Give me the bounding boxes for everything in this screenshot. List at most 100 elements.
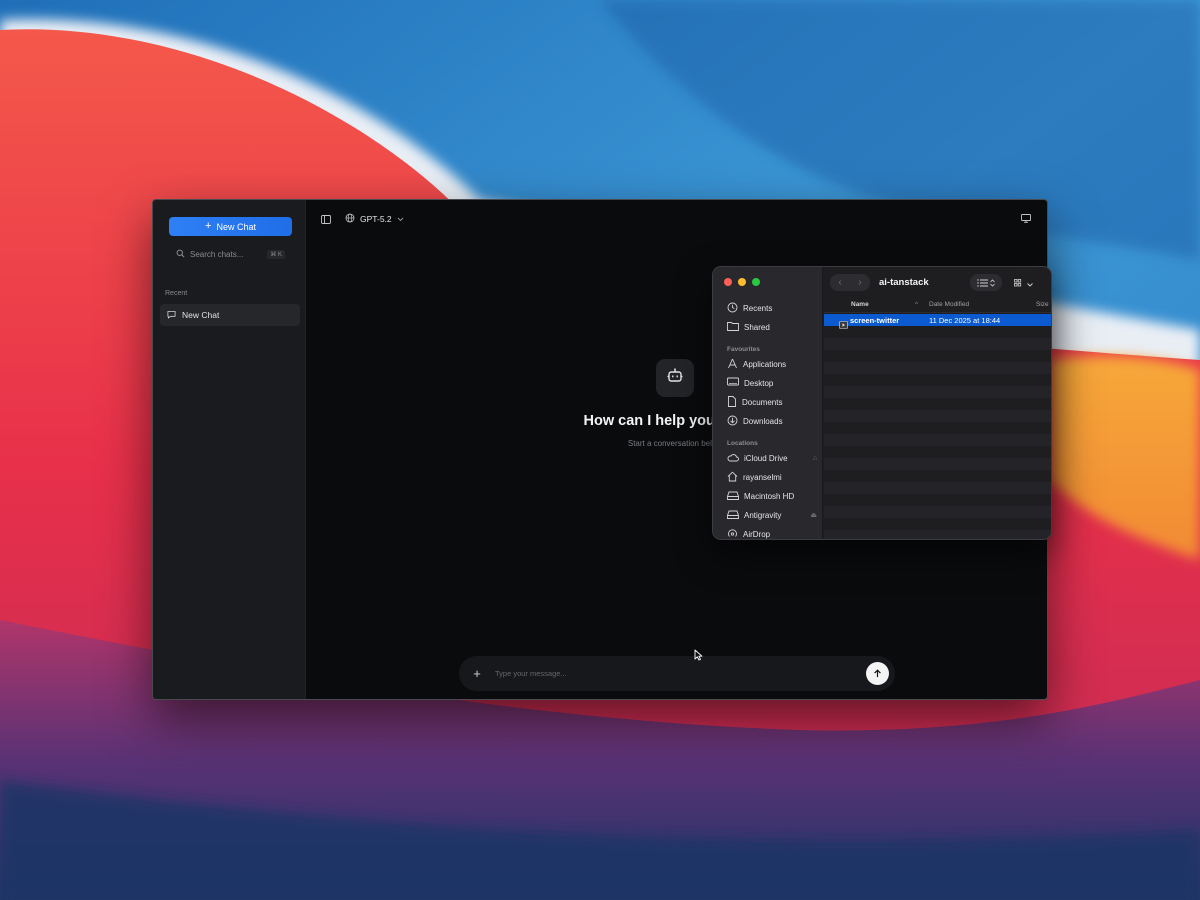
finder-sidebar: Recents Shared Favourites Applications D… — [713, 267, 823, 539]
bot-badge — [656, 359, 694, 397]
applications-icon — [727, 358, 738, 371]
navigation-buttons: ‹ › — [830, 274, 870, 291]
bot-icon — [667, 368, 683, 388]
sort-ascending-icon: ^ — [915, 301, 919, 308]
finder-sidebar-macintosh-hd[interactable]: Macintosh HD — [727, 489, 817, 503]
icloud-status-icon: ⌂ — [812, 454, 817, 462]
list-view-button[interactable] — [970, 274, 1002, 291]
finder-sidebar-home[interactable]: rayanselmi — [727, 470, 817, 484]
zoom-window-button[interactable] — [752, 278, 760, 286]
chevron-down-icon — [397, 214, 404, 224]
document-icon — [727, 395, 737, 409]
finder-sidebar-label: Antigravity — [744, 510, 782, 520]
history-item-new-chat[interactable]: New Chat — [160, 304, 300, 326]
cloud-icon — [727, 453, 739, 464]
finder-sidebar-label: Macintosh HD — [744, 491, 795, 501]
eject-icon[interactable]: ⏏ — [810, 511, 817, 519]
shared-folder-icon — [727, 321, 739, 333]
plus-icon: + — [205, 219, 212, 232]
finder-sidebar-label: Applications — [743, 359, 787, 369]
finder-sidebar-desktop[interactable]: Desktop — [727, 376, 817, 390]
finder-sidebar-label: Recents — [743, 303, 773, 313]
new-chat-label: New Chat — [216, 221, 256, 232]
finder-sidebar-applications[interactable]: Applications — [727, 357, 817, 371]
finder-sidebar-documents[interactable]: Documents — [727, 395, 817, 409]
finder-sidebar-label: Downloads — [743, 416, 783, 426]
finder-sidebar-label: AirDrop — [743, 529, 771, 539]
sidebar-toggle-button[interactable] — [319, 213, 333, 227]
empty-row — [824, 482, 1051, 494]
finder-sidebar-label: iCloud Drive — [744, 453, 788, 463]
clock-icon — [727, 302, 738, 315]
message-composer: + — [459, 656, 895, 691]
finder-sidebar-label: Desktop — [744, 378, 774, 388]
finder-sidebar-downloads[interactable]: Downloads — [727, 414, 817, 428]
drive-icon — [727, 491, 739, 502]
search-shortcut: ⌘ K — [267, 249, 285, 259]
empty-row — [824, 398, 1051, 410]
chevron-down-icon — [1026, 274, 1033, 292]
empty-row — [824, 518, 1051, 530]
column-date-modified[interactable]: Date Modified — [929, 301, 969, 308]
empty-row — [824, 446, 1051, 458]
list-icon — [977, 274, 988, 292]
forward-button[interactable]: › — [853, 277, 867, 288]
display-settings-button[interactable] — [1019, 212, 1033, 226]
search-chats-input[interactable]: Search chats... ⌘ K — [169, 245, 292, 263]
finder-sidebar-shared[interactable]: Shared — [727, 320, 817, 334]
message-input[interactable] — [495, 669, 866, 678]
empty-row — [824, 326, 1051, 338]
column-name[interactable]: Name — [851, 301, 869, 308]
new-chat-button[interactable]: + New Chat — [169, 217, 292, 236]
sidebar-toggle-icon — [321, 211, 331, 229]
home-icon — [727, 471, 738, 484]
finder-sidebar-icloud-drive[interactable]: iCloud Drive ⌂ — [727, 451, 817, 465]
empty-row — [824, 530, 1051, 539]
column-header: Name ^ Date Modified Size — [824, 298, 1051, 313]
minimize-window-button[interactable] — [738, 278, 746, 286]
grid-view-button[interactable] — [1008, 274, 1038, 291]
empty-row — [824, 410, 1051, 422]
grid-icon — [1013, 274, 1025, 292]
folder-title: ai-tanstack — [879, 277, 929, 288]
sort-arrows-icon — [990, 274, 995, 292]
empty-row — [824, 386, 1051, 398]
empty-row — [824, 506, 1051, 518]
file-name: screen-twitter — [850, 316, 900, 325]
search-placeholder: Search chats... — [190, 249, 244, 259]
empty-row — [824, 362, 1051, 374]
model-selector[interactable]: GPT-5.2 — [345, 211, 404, 227]
finder-sidebar-label: Shared — [744, 322, 770, 332]
finder-sidebar-airdrop[interactable]: AirDrop — [727, 527, 817, 540]
finder-sidebar-label: Documents — [742, 397, 783, 407]
search-icon — [176, 249, 185, 260]
desktop-icon — [727, 377, 739, 389]
chat-bubble-icon — [167, 310, 176, 321]
finder-sidebar-antigravity[interactable]: Antigravity ⏏ — [727, 508, 817, 522]
finder-toolbar: ‹ › ai-tanstack — [824, 267, 1051, 298]
back-button[interactable]: ‹ — [833, 277, 847, 288]
empty-row — [824, 434, 1051, 446]
favourites-heading: Favourites — [727, 346, 760, 353]
airdrop-icon — [727, 528, 738, 540]
finder-window: Recents Shared Favourites Applications D… — [712, 266, 1052, 540]
empty-row — [824, 422, 1051, 434]
file-list: screen-twitter 11 Dec 2025 at 18:44 — [824, 314, 1051, 539]
globe-icon — [345, 213, 355, 225]
column-size[interactable]: Size — [1036, 301, 1049, 308]
recent-heading: Recent — [165, 290, 188, 297]
close-window-button[interactable] — [724, 278, 732, 286]
file-row[interactable]: screen-twitter 11 Dec 2025 at 18:44 — [824, 314, 1051, 329]
download-icon — [727, 415, 738, 428]
empty-row — [824, 374, 1051, 386]
send-button[interactable] — [866, 662, 889, 685]
finder-sidebar-recents[interactable]: Recents — [727, 301, 817, 315]
plus-icon: + — [473, 666, 481, 681]
history-item-label: New Chat — [182, 310, 220, 320]
file-date-modified: 11 Dec 2025 at 18:44 — [929, 316, 1001, 325]
empty-row — [824, 458, 1051, 470]
mouse-pointer-icon — [694, 648, 703, 666]
attach-button[interactable]: + — [469, 666, 485, 682]
arrow-up-icon — [873, 665, 882, 683]
model-name: GPT-5.2 — [360, 214, 392, 224]
